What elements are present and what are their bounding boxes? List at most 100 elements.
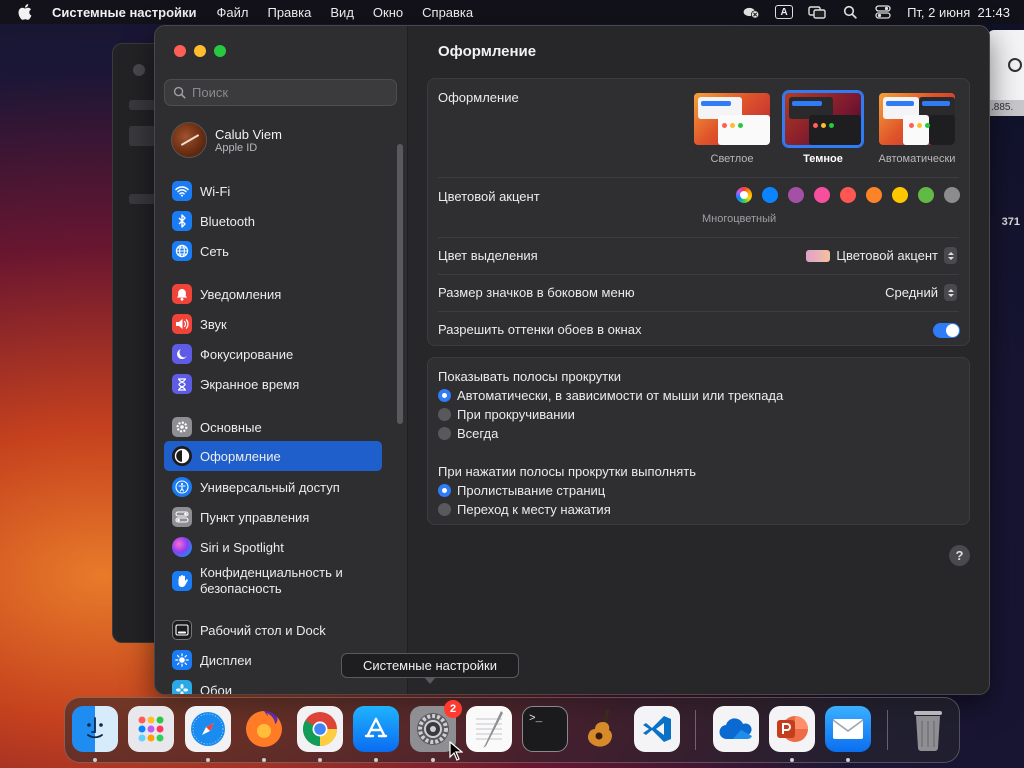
click-option-jump-to-spot[interactable]: Переход к месту нажатия [438, 502, 611, 517]
search-input[interactable] [192, 85, 382, 100]
sun-icon [172, 650, 192, 670]
screen-mirroring-icon[interactable] [808, 5, 826, 19]
radio-button[interactable] [438, 503, 451, 516]
menu-window[interactable]: Окно [373, 5, 403, 20]
sidebar-item-accessibility[interactable]: Универсальный доступ [164, 473, 382, 501]
control-center-icon[interactable] [874, 5, 892, 19]
gear-icon [172, 417, 192, 437]
accent-swatch-pink[interactable] [814, 187, 830, 203]
sidebar-item-label: Рабочий стол и Dock [200, 622, 326, 638]
accent-swatch-red[interactable] [840, 187, 856, 203]
sidebar-icon-size-popup[interactable]: Средний [885, 284, 957, 301]
accent-swatch-purple[interactable] [788, 187, 804, 203]
scrollbars-option-always[interactable]: Всегда [438, 426, 498, 441]
safari-icon[interactable] [185, 706, 231, 762]
launchpad-icon[interactable] [128, 706, 174, 752]
apple-menu-icon[interactable] [18, 4, 38, 20]
sidebar-item-wifi[interactable]: Wi-Fi [164, 177, 382, 205]
search-field[interactable] [164, 79, 397, 106]
minimize-window-button[interactable] [194, 45, 206, 57]
sidebar-item-bluetooth[interactable]: Bluetooth [164, 207, 382, 235]
firefox-icon[interactable] [241, 706, 287, 762]
wallpaper-tinting-toggle[interactable] [933, 323, 960, 338]
accent-swatch-multicolor[interactable] [736, 187, 752, 203]
sidebar-item-control-center[interactable]: Пункт управления [164, 503, 382, 531]
sidebar-item-privacy[interactable]: Конфиденциальность и безопасность [164, 563, 382, 599]
running-indicator [93, 758, 97, 762]
sidebar-item-network[interactable]: Сеть [164, 237, 382, 265]
menu-clock[interactable]: Пт, 2 июня 21:43 [907, 5, 1010, 20]
chevron-updown-icon [944, 284, 957, 301]
vscode-icon[interactable] [634, 706, 680, 752]
sidebar-item-label: Оформление [200, 448, 281, 464]
dock-separator [695, 710, 696, 750]
accent-swatch-green[interactable] [918, 187, 934, 203]
highlight-color-popup[interactable]: Цветовой акцент [806, 247, 957, 264]
speaker-icon [172, 314, 192, 334]
icloud-status-icon[interactable] [742, 5, 760, 19]
apple-id-account[interactable]: Calub Viem Apple ID [171, 122, 282, 158]
theme-option-dark[interactable]: Темное [781, 91, 865, 165]
moon-icon [172, 344, 192, 364]
menu-view[interactable]: Вид [330, 5, 354, 20]
scrollbars-option-scrolling[interactable]: При прокручивании [438, 407, 575, 422]
theme-option-light[interactable]: Светлое [690, 91, 774, 165]
mouse-cursor-icon [449, 741, 463, 761]
dock-tooltip-label: Системные настройки [362, 658, 498, 673]
menu-edit[interactable]: Правка [267, 5, 311, 20]
input-source-icon[interactable]: A [775, 5, 794, 19]
sidebar-item-sound[interactable]: Звук [164, 310, 382, 338]
menu-file[interactable]: Файл [217, 5, 249, 20]
running-indicator [206, 758, 210, 762]
radio-button[interactable] [438, 408, 451, 421]
sidebar-item-general[interactable]: Основные [164, 413, 382, 441]
accent-swatch-yellow[interactable] [892, 187, 908, 203]
accent-swatch-blue[interactable] [762, 187, 778, 203]
sidebar-item-focus[interactable]: Фокусирование [164, 340, 382, 368]
sidebar-item-screen-time[interactable]: Экранное время [164, 370, 382, 398]
chrome-icon[interactable] [297, 706, 343, 762]
accent-swatch-orange[interactable] [866, 187, 882, 203]
theme-caption-auto: Автоматически [878, 153, 956, 165]
accent-swatch-graphite[interactable] [944, 187, 960, 203]
garageband-icon[interactable] [578, 706, 624, 752]
click-option-next-page[interactable]: Пролистывание страниц [438, 483, 605, 498]
spotlight-search-icon[interactable] [841, 5, 859, 19]
app-store-icon[interactable] [353, 706, 399, 762]
sidebar: Calub Viem Apple ID Wi-Fi Bluetooth Сеть [155, 26, 408, 694]
radio-button[interactable] [438, 389, 451, 402]
zoom-window-button[interactable] [214, 45, 226, 57]
scrollbars-option-auto[interactable]: Автоматически, в зависимости от мыши или… [438, 388, 783, 403]
mail-icon[interactable] [825, 706, 871, 762]
sidebar-item-desktop-dock[interactable]: Рабочий стол и Dock [164, 616, 382, 644]
radio-label: При прокручивании [457, 407, 575, 422]
sidebar-icon-size-value: Средний [885, 285, 938, 300]
sidebar-item-wallpaper[interactable]: Обои [164, 676, 382, 694]
terminal-icon[interactable]: >_ [522, 706, 568, 752]
radio-button[interactable] [438, 484, 451, 497]
sidebar-item-siri-spotlight[interactable]: Siri и Spotlight [164, 533, 382, 561]
textedit-icon[interactable] [466, 706, 512, 752]
running-indicator [790, 758, 794, 762]
sidebar-scrollbar[interactable] [397, 144, 403, 424]
bell-icon [172, 284, 192, 304]
theme-option-auto[interactable]: Автоматически [872, 91, 962, 165]
help-button[interactable]: ? [949, 545, 970, 566]
finder-icon[interactable] [72, 706, 118, 762]
menu-app-name[interactable]: Системные настройки [52, 5, 197, 20]
radio-button[interactable] [438, 427, 451, 440]
theme-caption-light: Светлое [710, 153, 754, 165]
sidebar-item-notifications[interactable]: Уведомления [164, 280, 382, 308]
wallpaper-tinting-label: Разрешить оттенки обоев в окнах [438, 322, 642, 337]
onedrive-icon[interactable] [713, 706, 759, 752]
trash-icon[interactable] [905, 706, 951, 752]
dock-separator [887, 710, 888, 750]
sidebar-item-appearance[interactable]: Оформление [164, 441, 382, 471]
menu-help[interactable]: Справка [422, 5, 473, 20]
sidebar-item-label: Bluetooth [200, 213, 255, 229]
flower-icon [172, 680, 192, 694]
close-window-button[interactable] [174, 45, 186, 57]
powerpoint-icon[interactable] [769, 706, 815, 762]
running-indicator [374, 758, 378, 762]
account-subtitle: Apple ID [215, 141, 258, 154]
